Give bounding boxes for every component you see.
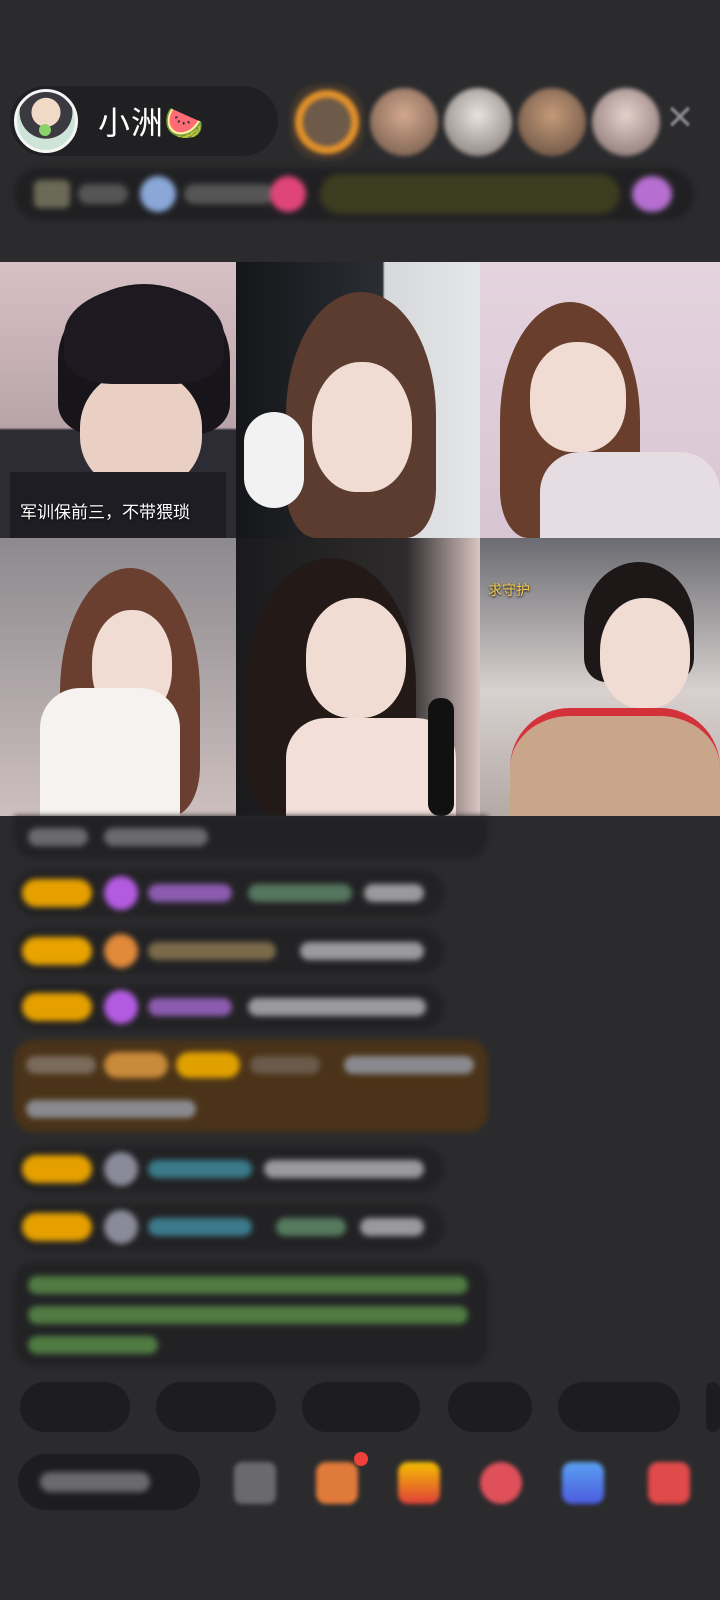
multi-guest-video-grid: 军训保前三，不带猥琐 求守护 <box>0 262 720 816</box>
quick-reply-chip[interactable] <box>448 1382 532 1432</box>
video-seat[interactable] <box>236 262 480 538</box>
host-name: 小洲🍉 <box>98 104 205 142</box>
chat-message[interactable] <box>14 984 444 1030</box>
top-viewer-avatar[interactable] <box>444 88 512 156</box>
chat-message[interactable] <box>14 870 444 916</box>
video-seat[interactable]: 求守护 <box>480 538 720 816</box>
chat-message[interactable] <box>14 928 444 974</box>
video-seat[interactable] <box>0 538 236 816</box>
emoji-icon[interactable] <box>234 1462 276 1504</box>
top-viewer-avatar[interactable] <box>592 88 660 156</box>
quick-reply-chip[interactable] <box>302 1382 420 1432</box>
live-room-page: 小洲🍉 ✕ 军训保前三，不带猥琐 求守护 <box>0 0 720 1600</box>
quick-reply-chip[interactable] <box>558 1382 680 1432</box>
quick-reply-chip[interactable] <box>156 1382 276 1432</box>
chat-message[interactable] <box>14 1204 444 1250</box>
more-apps-icon[interactable] <box>648 1462 690 1504</box>
top-viewers-list <box>290 84 660 160</box>
gift-box-icon[interactable] <box>316 1462 358 1504</box>
host-avatar[interactable] <box>14 89 78 153</box>
gift-icon[interactable] <box>398 1462 440 1504</box>
top-viewer-avatar[interactable] <box>518 88 586 156</box>
host-info[interactable]: 小洲🍉 <box>10 86 278 156</box>
chat-message-highlight[interactable] <box>14 1040 488 1132</box>
quick-reply-chip[interactable] <box>706 1382 720 1432</box>
notification-dot <box>354 1452 368 1466</box>
video-seat[interactable] <box>480 262 720 538</box>
chat-message[interactable] <box>14 1146 444 1192</box>
video-seat[interactable]: 军训保前三，不带猥琐 <box>0 262 236 538</box>
chat-bubble-icon[interactable] <box>562 1462 604 1504</box>
room-info-bar[interactable] <box>14 168 694 220</box>
video-seat[interactable] <box>236 538 480 816</box>
close-icon[interactable]: ✕ <box>660 98 700 138</box>
chat-input[interactable] <box>18 1454 200 1510</box>
quick-reply-chip[interactable] <box>20 1382 130 1432</box>
top-viewer-avatar[interactable] <box>370 88 438 156</box>
top-viewer-avatar[interactable] <box>290 84 364 160</box>
system-notice <box>14 1262 488 1366</box>
seat-caption: 军训保前三，不带猥琐 <box>20 503 190 523</box>
seat-caption: 求守护 <box>488 583 530 599</box>
chat-message[interactable] <box>14 816 488 858</box>
heart-gift-icon[interactable] <box>480 1462 522 1504</box>
